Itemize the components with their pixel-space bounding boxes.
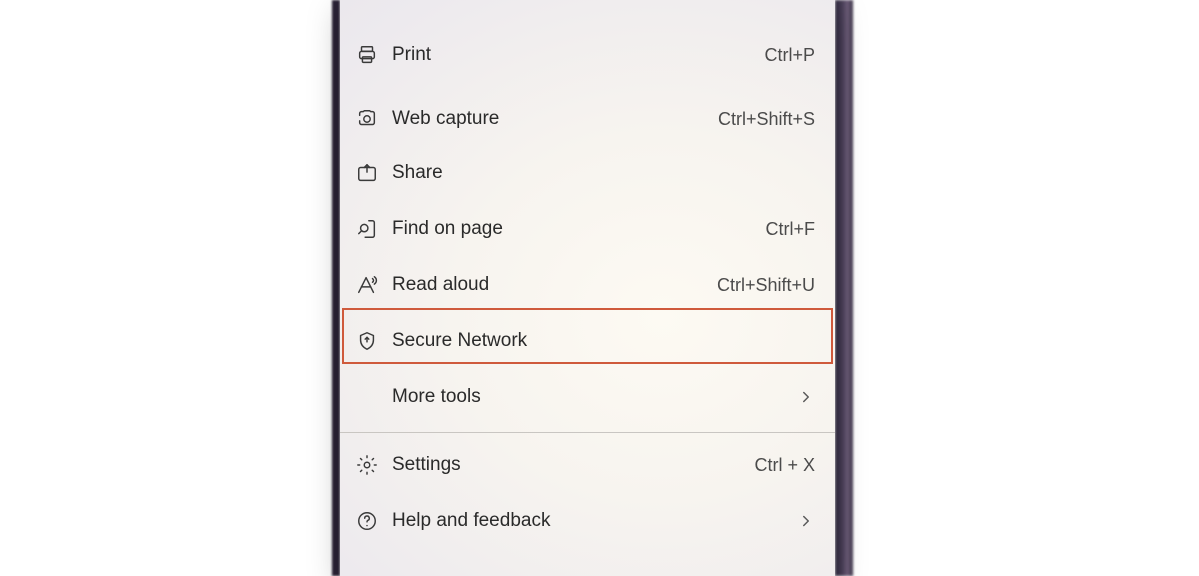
screenshot-stage: Print Ctrl+P Web capture Ctrl+Shift+S (0, 0, 1199, 576)
background-edge-left (332, 0, 340, 576)
read-aloud-icon (354, 272, 380, 298)
menu-item-web-capture[interactable]: Web capture Ctrl+Shift+S (340, 92, 835, 146)
menu-item-print[interactable]: Print Ctrl+P (340, 28, 835, 82)
menu-item-settings[interactable]: Settings Ctrl + X (340, 438, 835, 492)
share-icon (354, 160, 380, 186)
shield-icon (354, 328, 380, 354)
web-capture-icon (354, 106, 380, 132)
menu-divider (340, 432, 835, 433)
help-icon (354, 508, 380, 534)
gear-icon (354, 452, 380, 478)
menu-item-label: More tools (392, 386, 797, 408)
menu-item-shortcut: Ctrl+P (764, 45, 815, 66)
menu-item-label: Read aloud (392, 274, 717, 296)
menu-item-help-and-feedback[interactable]: Help and feedback (340, 494, 835, 548)
menu-item-label: Find on page (392, 218, 766, 240)
menu-item-label: Help and feedback (392, 510, 797, 532)
menu-item-more-tools[interactable]: More tools (340, 370, 835, 424)
menu-item-label: Print (392, 44, 764, 66)
menu-item-shortcut: Ctrl+Shift+U (717, 275, 815, 296)
menu-item-shortcut: Ctrl + X (754, 455, 815, 476)
menu-item-label: Settings (392, 454, 754, 476)
chevron-right-icon (797, 388, 815, 406)
print-icon (354, 42, 380, 68)
background-edge-right (835, 0, 853, 576)
menu-item-label: Secure Network (392, 330, 815, 352)
chevron-right-icon (797, 512, 815, 530)
browser-overflow-menu: Print Ctrl+P Web capture Ctrl+Shift+S (340, 0, 835, 576)
menu-item-secure-network[interactable]: Secure Network (340, 314, 835, 368)
menu-item-find-on-page[interactable]: Find on page Ctrl+F (340, 202, 835, 256)
menu-item-share[interactable]: Share (340, 146, 835, 200)
menu-item-shortcut: Ctrl+Shift+S (718, 109, 815, 130)
find-icon (354, 216, 380, 242)
menu-item-read-aloud[interactable]: Read aloud Ctrl+Shift+U (340, 258, 835, 312)
menu-item-label: Share (392, 162, 815, 184)
menu-item-label: Web capture (392, 108, 718, 130)
menu-item-shortcut: Ctrl+F (766, 219, 816, 240)
